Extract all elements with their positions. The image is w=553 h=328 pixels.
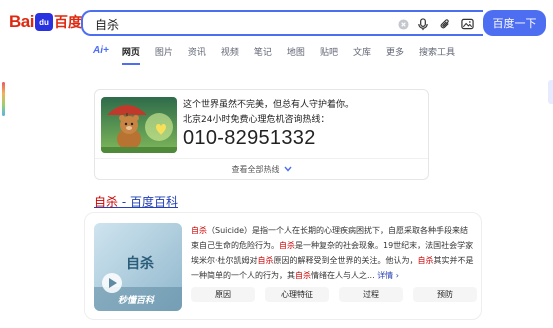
snippet-highlight: 自杀 (295, 271, 311, 280)
chevron-down-icon (283, 165, 292, 174)
snippet-highlight: 自杀 (191, 226, 207, 235)
tab-map[interactable]: 地图 (287, 45, 305, 59)
baidu-logo[interactable]: Bai du 百度 (9, 9, 82, 35)
hotline-card: 这个世界虽然不完美，但总有人守护着你。 北京24小时免费心理危机咨询热线： 01… (94, 89, 429, 180)
tab-notes[interactable]: 笔记 (254, 45, 272, 59)
tab-wenku[interactable]: 文库 (353, 45, 371, 59)
thumbnail-caption: 秒懂百科 (118, 296, 155, 306)
snippet-highlight: 自杀 (279, 241, 295, 250)
chip-prevention[interactable]: 预防 (413, 287, 477, 302)
tab-ai[interactable]: Ai+ (93, 45, 109, 59)
result-title-highlight: 自杀 (94, 195, 119, 209)
baike-result-card: 自杀 秒懂百科 自杀（Suicide）是指一个人在长期的心理疾病困扰下，自愿采取… (84, 212, 482, 320)
search-tabs: Ai+ 网页 图片 资讯 视频 笔记 地图 贴吧 文库 更多 搜索工具 (93, 45, 455, 65)
bear-umbrella-illustration (101, 97, 177, 153)
right-side-tab[interactable] (548, 80, 553, 104)
video-thumbnail[interactable]: 自杀 秒懂百科 (94, 223, 182, 311)
details-label: 详情 (377, 271, 394, 280)
microphone-icon[interactable] (416, 17, 430, 31)
tab-search-tools[interactable]: 搜索工具 (419, 45, 455, 59)
logo-text-bai: Bai (9, 12, 34, 31)
details-link[interactable]: 详情 › (377, 271, 399, 280)
logo-text-baidu: 百度 (53, 15, 82, 31)
topic-chips: 原因 心理特征 过程 预防 (191, 287, 477, 302)
search-query[interactable]: 自杀 (95, 16, 119, 33)
attachment-icon[interactable] (438, 17, 452, 31)
chip-process[interactable]: 过程 (339, 287, 403, 302)
search-button[interactable]: 百度一下 (483, 10, 546, 36)
tab-web[interactable]: 网页 (121, 45, 140, 65)
hotline-message: 这个世界虽然不完美，但总有人守护着你。 (183, 100, 355, 110)
chevron-right-icon: › (395, 271, 399, 280)
snippet-text: 情绪在人与人之... (311, 271, 375, 280)
tab-video[interactable]: 视频 (221, 45, 239, 59)
chip-cause[interactable]: 原因 (191, 287, 255, 302)
result-title-link[interactable]: 自杀 - 百度百科 (94, 193, 178, 210)
snippet-highlight: 自杀 (417, 256, 434, 265)
paw-icon: du (34, 13, 53, 31)
image-search-icon[interactable] (460, 17, 474, 31)
hotline-label: 北京24小时免费心理危机咨询热线： (183, 115, 330, 125)
tab-news[interactable]: 资讯 (188, 45, 206, 59)
result-title-text: - 百度百科 (118, 195, 178, 209)
tab-tieba[interactable]: 贴吧 (320, 45, 338, 59)
view-all-hotlines-link[interactable]: 查看全部热线 (95, 164, 428, 175)
divider (95, 158, 428, 159)
result-snippet: 自杀（Suicide）是指一个人在长期的心理疾病困扰下，自愿采取各种手段来结束自… (191, 223, 475, 283)
hotline-phone-number[interactable]: 010-82951332 (183, 127, 316, 150)
snippet-text: 原因的解释受到全世界的关注。他认为， (273, 256, 418, 265)
snippet-highlight: 自杀 (257, 256, 274, 265)
tab-images[interactable]: 图片 (155, 45, 173, 59)
view-all-hotlines-label: 查看全部热线 (231, 165, 280, 174)
tab-more[interactable]: 更多 (386, 45, 404, 59)
chip-psychological-traits[interactable]: 心理特征 (265, 287, 329, 302)
side-color-bar (2, 82, 5, 116)
search-input[interactable]: 自杀 (81, 10, 483, 36)
thumbnail-title: 自杀 (126, 256, 154, 272)
clear-icon[interactable] (396, 17, 410, 31)
